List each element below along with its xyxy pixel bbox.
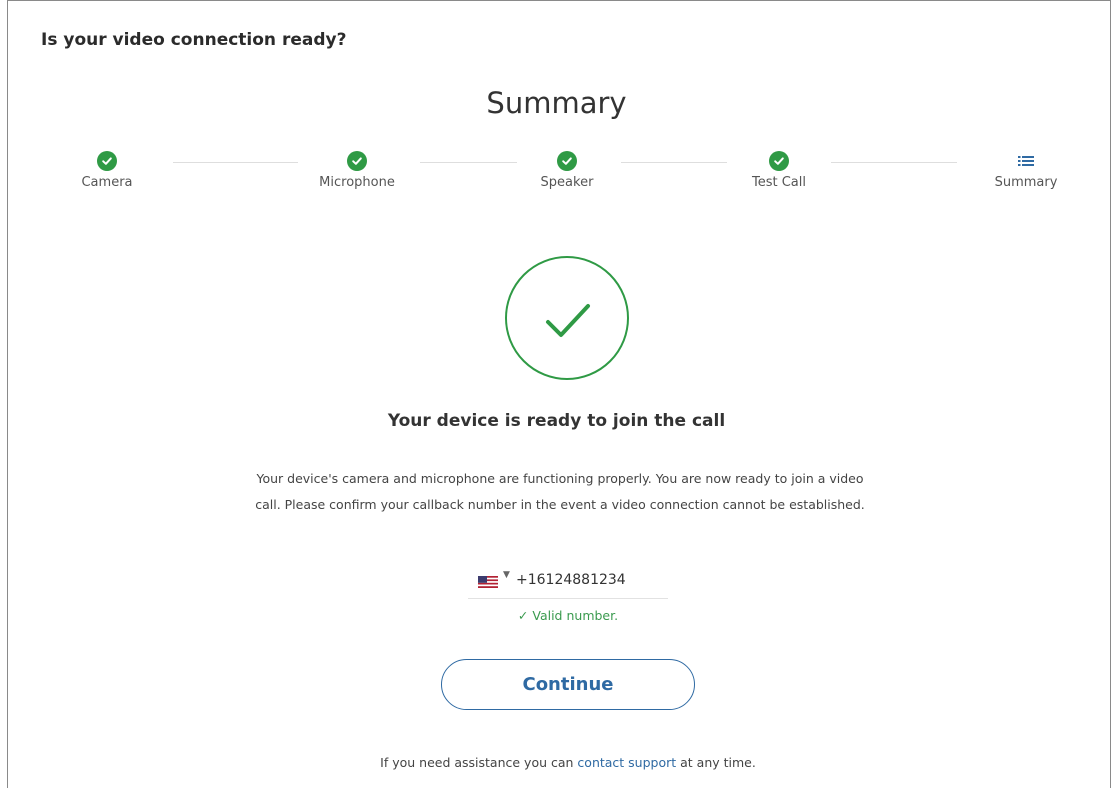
check-icon: ✓ <box>517 608 529 623</box>
step-label: Test Call <box>752 175 806 190</box>
step-microphone: Microphone <box>297 150 417 190</box>
check-icon <box>557 151 577 171</box>
validation-message: ✓ Valid number. <box>0 608 1113 623</box>
step-speaker: Speaker <box>507 150 627 190</box>
contact-support-link[interactable]: contact support <box>577 755 676 770</box>
continue-button[interactable]: Continue <box>441 659 695 710</box>
step-label: Camera <box>81 175 133 190</box>
step-connector <box>621 162 727 163</box>
step-summary: Summary <box>966 150 1086 190</box>
footer-help: If you need assistance you can contact s… <box>0 755 1113 770</box>
check-icon <box>769 151 789 171</box>
step-camera: Camera <box>47 150 167 190</box>
check-circle-icon <box>505 256 629 380</box>
ready-description: Your device's camera and microphone are … <box>255 471 865 512</box>
header-title: Is your video connection ready? <box>41 30 347 50</box>
footer-text: at any time. <box>676 755 756 770</box>
progress-stepper: Camera Microphone Speaker Test Call Summ… <box>0 150 1113 200</box>
list-icon <box>1016 151 1036 171</box>
phone-field: ▼ <box>468 568 668 599</box>
chevron-down-icon[interactable]: ▼ <box>503 570 510 580</box>
step-connector <box>173 162 298 163</box>
step-label: Microphone <box>319 175 395 190</box>
ready-title: Your device is ready to join the call <box>387 411 726 431</box>
step-label: Speaker <box>540 175 594 190</box>
footer-text: If you need assistance you can <box>380 755 578 770</box>
phone-input[interactable] <box>516 568 656 592</box>
step-test-call: Test Call <box>719 150 839 190</box>
check-icon <box>347 151 367 171</box>
check-icon <box>97 151 117 171</box>
step-connector <box>831 162 957 163</box>
page-title: Summary <box>486 86 627 120</box>
step-connector <box>420 162 517 163</box>
validation-text: Valid number. <box>532 608 619 623</box>
us-flag-icon[interactable] <box>478 573 498 592</box>
step-label: Summary <box>994 175 1058 190</box>
